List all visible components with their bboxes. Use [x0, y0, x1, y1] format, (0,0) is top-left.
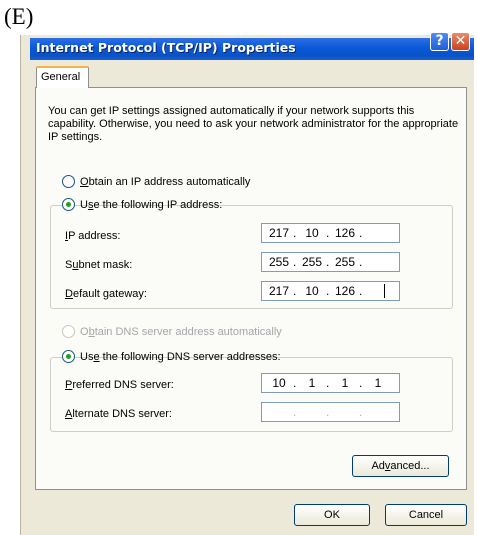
ip-octet-1: 217 — [268, 226, 290, 240]
ip-dot: . — [293, 226, 297, 240]
alternate-dns-input[interactable]: . . . — [261, 402, 400, 422]
gateway-octet-3: 126 — [334, 284, 356, 298]
ip-dot: . — [359, 376, 363, 390]
ip-dot: . — [326, 255, 330, 269]
advanced-button[interactable]: Advanced... — [352, 455, 449, 477]
gateway-octet-1: 217 — [268, 284, 290, 298]
window-title: Internet Protocol (TCP/IP) Properties — [36, 40, 296, 55]
subnet-octet-3: 255 — [334, 255, 356, 269]
default-gateway-input[interactable]: 217 . 10 . 126 . — [261, 281, 400, 301]
ip-dot: . — [359, 255, 363, 269]
radio-use-following-dns-label: Use the following DNS server addresses: — [80, 351, 281, 363]
ip-dot: . — [293, 405, 297, 419]
subnet-mask-input[interactable]: 255 . 255 . 255 . — [261, 252, 400, 272]
ip-address-label: IP address: — [65, 230, 121, 242]
radio-obtain-dns-auto-button — [62, 325, 75, 338]
ip-dot: . — [293, 255, 297, 269]
radio-obtain-ip-auto-button[interactable] — [62, 175, 75, 188]
ip-octet-3: 126 — [334, 226, 356, 240]
intro-text: You can get IP settings assigned automat… — [48, 105, 459, 143]
preferred-dns-label: Preferred DNS server: — [65, 379, 174, 391]
close-button[interactable]: ✕ — [451, 32, 470, 51]
ip-dot: . — [359, 284, 363, 298]
subnet-mask-label: Subnet mask: — [65, 259, 133, 271]
ip-dot: . — [326, 284, 330, 298]
tab-general[interactable]: General — [36, 66, 89, 88]
obtain-ip-rest: btain an IP address automatically — [88, 176, 251, 188]
radio-obtain-ip-auto-label: Obtain an IP address automatically — [80, 176, 251, 188]
ip-dot: . — [326, 405, 330, 419]
radio-use-following-ip-button[interactable] — [62, 198, 75, 211]
subnet-octet-1: 255 — [268, 255, 290, 269]
ip-dot: . — [326, 376, 330, 390]
pdns-octet-2: 1 — [308, 376, 316, 390]
pdns-octet-4: 1 — [374, 376, 382, 390]
radio-use-following-ip-label: Use the following IP address: — [80, 199, 223, 211]
pdns-octet-1: 10 — [272, 376, 286, 390]
figure-label: (E) — [4, 4, 34, 29]
alternate-dns-label: Alternate DNS server: — [65, 408, 172, 420]
ip-dot: . — [359, 405, 363, 419]
radio-use-following-dns-button[interactable] — [62, 350, 75, 363]
default-gateway-label: Default gateway: — [65, 288, 147, 300]
pdns-octet-3: 1 — [341, 376, 349, 390]
preferred-dns-input[interactable]: 10 . 1 . 1 . 1 — [261, 373, 400, 393]
ip-dot: . — [326, 226, 330, 240]
gateway-octet-2: 10 — [305, 284, 319, 298]
ip-dot: . — [293, 284, 297, 298]
help-button[interactable]: ? — [430, 32, 449, 51]
ok-button[interactable]: OK — [294, 504, 370, 526]
ip-dot: . — [293, 376, 297, 390]
ip-dot: . — [359, 226, 363, 240]
ip-address-input[interactable]: 217 . 10 . 126 . — [261, 223, 400, 243]
ip-octet-2: 10 — [305, 226, 319, 240]
subnet-octet-2: 255 — [301, 255, 323, 269]
cancel-button[interactable]: Cancel — [385, 504, 467, 526]
text-caret — [384, 284, 385, 298]
radio-obtain-dns-auto-label: Obtain DNS server address automatically — [80, 326, 282, 338]
